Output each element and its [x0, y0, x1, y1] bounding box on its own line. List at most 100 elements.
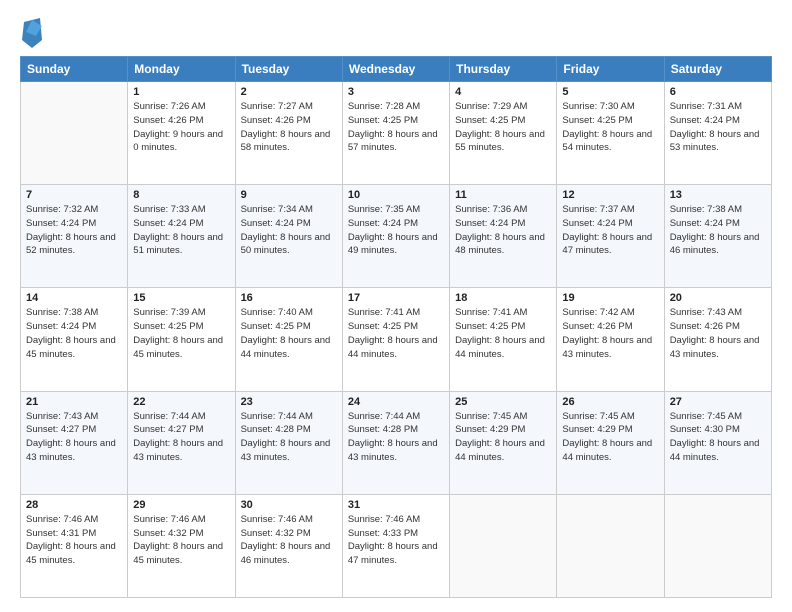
- weekday-header: Monday: [128, 57, 235, 82]
- day-info: Sunrise: 7:30 AMSunset: 4:25 PMDaylight:…: [562, 100, 658, 155]
- day-info: Sunrise: 7:45 AMSunset: 4:30 PMDaylight:…: [670, 410, 766, 465]
- calendar-day-cell: 17 Sunrise: 7:41 AMSunset: 4:25 PMDayligh…: [342, 288, 449, 391]
- day-number: 16: [241, 292, 337, 304]
- calendar-day-cell: [450, 494, 557, 597]
- day-number: 25: [455, 396, 551, 408]
- day-number: 7: [26, 189, 122, 201]
- calendar-day-cell: 14 Sunrise: 7:38 AMSunset: 4:24 PMDayligh…: [21, 288, 128, 391]
- day-number: 6: [670, 86, 766, 98]
- calendar-day-cell: 24 Sunrise: 7:44 AMSunset: 4:28 PMDayligh…: [342, 391, 449, 494]
- calendar-day-cell: 27 Sunrise: 7:45 AMSunset: 4:30 PMDayligh…: [664, 391, 771, 494]
- day-number: 5: [562, 86, 658, 98]
- day-info: Sunrise: 7:26 AMSunset: 4:26 PMDaylight:…: [133, 100, 229, 155]
- day-number: 8: [133, 189, 229, 201]
- calendar-day-cell: 31 Sunrise: 7:46 AMSunset: 4:33 PMDayligh…: [342, 494, 449, 597]
- day-number: 2: [241, 86, 337, 98]
- calendar-week-row: 28Sunrise: 7:46 AMSunset: 4:31 PMDayligh…: [21, 494, 772, 597]
- calendar-day-cell: 20 Sunrise: 7:43 AMSunset: 4:26 PMDayligh…: [664, 288, 771, 391]
- calendar-day-cell: 19 Sunrise: 7:42 AMSunset: 4:26 PMDayligh…: [557, 288, 664, 391]
- day-info: Sunrise: 7:41 AMSunset: 4:25 PMDaylight:…: [348, 306, 444, 361]
- calendar-day-cell: 15Sunrise: 7:39 AMSunset: 4:25 PMDayligh…: [128, 288, 235, 391]
- day-number: 29: [133, 499, 229, 511]
- calendar-day-cell: [21, 82, 128, 185]
- day-number: 4: [455, 86, 551, 98]
- calendar-header-row: SundayMondayTuesdayWednesdayThursdayFrid…: [21, 57, 772, 82]
- day-info: Sunrise: 7:38 AMSunset: 4:24 PMDaylight:…: [670, 203, 766, 258]
- weekday-header: Wednesday: [342, 57, 449, 82]
- day-info: Sunrise: 7:45 AMSunset: 4:29 PMDaylight:…: [455, 410, 551, 465]
- day-number: 14: [26, 292, 122, 304]
- header: [20, 18, 772, 46]
- day-number: 30: [241, 499, 337, 511]
- logo: [20, 18, 42, 46]
- weekday-header: Thursday: [450, 57, 557, 82]
- calendar-day-cell: 1 Sunrise: 7:26 AMSunset: 4:26 PMDaylight…: [128, 82, 235, 185]
- calendar-day-cell: 7 Sunrise: 7:32 AMSunset: 4:24 PMDaylight…: [21, 185, 128, 288]
- day-info: Sunrise: 7:46 AMSunset: 4:33 PMDaylight:…: [348, 513, 444, 568]
- day-number: 13: [670, 189, 766, 201]
- calendar-day-cell: [664, 494, 771, 597]
- calendar-day-cell: 28Sunrise: 7:46 AMSunset: 4:31 PMDayligh…: [21, 494, 128, 597]
- day-info: Sunrise: 7:27 AMSunset: 4:26 PMDaylight:…: [241, 100, 337, 155]
- calendar-day-cell: 3 Sunrise: 7:28 AMSunset: 4:25 PMDaylight…: [342, 82, 449, 185]
- day-info: Sunrise: 7:37 AMSunset: 4:24 PMDaylight:…: [562, 203, 658, 258]
- day-info: Sunrise: 7:35 AMSunset: 4:24 PMDaylight:…: [348, 203, 444, 258]
- calendar-day-cell: 25 Sunrise: 7:45 AMSunset: 4:29 PMDayligh…: [450, 391, 557, 494]
- day-number: 18: [455, 292, 551, 304]
- calendar-day-cell: 23 Sunrise: 7:44 AMSunset: 4:28 PMDayligh…: [235, 391, 342, 494]
- day-info: Sunrise: 7:44 AMSunset: 4:28 PMDaylight:…: [241, 410, 337, 465]
- day-info: Sunrise: 7:34 AMSunset: 4:24 PMDaylight:…: [241, 203, 337, 258]
- calendar-week-row: 7 Sunrise: 7:32 AMSunset: 4:24 PMDaylight…: [21, 185, 772, 288]
- page: SundayMondayTuesdayWednesdayThursdayFrid…: [0, 0, 792, 612]
- day-number: 22: [133, 396, 229, 408]
- calendar-day-cell: 30Sunrise: 7:46 AMSunset: 4:32 PMDayligh…: [235, 494, 342, 597]
- weekday-header: Sunday: [21, 57, 128, 82]
- day-info: Sunrise: 7:43 AMSunset: 4:26 PMDaylight:…: [670, 306, 766, 361]
- day-number: 26: [562, 396, 658, 408]
- day-number: 19: [562, 292, 658, 304]
- day-number: 17: [348, 292, 444, 304]
- calendar-day-cell: 26 Sunrise: 7:45 AMSunset: 4:29 PMDayligh…: [557, 391, 664, 494]
- day-info: Sunrise: 7:31 AMSunset: 4:24 PMDaylight:…: [670, 100, 766, 155]
- day-number: 27: [670, 396, 766, 408]
- calendar-day-cell: 16Sunrise: 7:40 AMSunset: 4:25 PMDayligh…: [235, 288, 342, 391]
- day-number: 24: [348, 396, 444, 408]
- calendar-week-row: 21 Sunrise: 7:43 AMSunset: 4:27 PMDayligh…: [21, 391, 772, 494]
- logo-icon: [22, 18, 42, 46]
- day-info: Sunrise: 7:44 AMSunset: 4:28 PMDaylight:…: [348, 410, 444, 465]
- day-info: Sunrise: 7:45 AMSunset: 4:29 PMDaylight:…: [562, 410, 658, 465]
- calendar-day-cell: 21 Sunrise: 7:43 AMSunset: 4:27 PMDayligh…: [21, 391, 128, 494]
- calendar-day-cell: 6 Sunrise: 7:31 AMSunset: 4:24 PMDaylight…: [664, 82, 771, 185]
- weekday-header: Saturday: [664, 57, 771, 82]
- calendar-table: SundayMondayTuesdayWednesdayThursdayFrid…: [20, 56, 772, 598]
- day-number: 9: [241, 189, 337, 201]
- day-info: Sunrise: 7:39 AMSunset: 4:25 PMDaylight:…: [133, 306, 229, 361]
- day-info: Sunrise: 7:32 AMSunset: 4:24 PMDaylight:…: [26, 203, 122, 258]
- day-number: 12: [562, 189, 658, 201]
- calendar-week-row: 1 Sunrise: 7:26 AMSunset: 4:26 PMDaylight…: [21, 82, 772, 185]
- calendar-day-cell: 5 Sunrise: 7:30 AMSunset: 4:25 PMDaylight…: [557, 82, 664, 185]
- calendar-day-cell: 11Sunrise: 7:36 AMSunset: 4:24 PMDayligh…: [450, 185, 557, 288]
- day-number: 1: [133, 86, 229, 98]
- calendar-day-cell: [557, 494, 664, 597]
- calendar-day-cell: 13 Sunrise: 7:38 AMSunset: 4:24 PMDayligh…: [664, 185, 771, 288]
- day-number: 11: [455, 189, 551, 201]
- day-info: Sunrise: 7:46 AMSunset: 4:32 PMDaylight:…: [133, 513, 229, 568]
- day-info: Sunrise: 7:38 AMSunset: 4:24 PMDaylight:…: [26, 306, 122, 361]
- calendar-day-cell: 12 Sunrise: 7:37 AMSunset: 4:24 PMDayligh…: [557, 185, 664, 288]
- day-number: 21: [26, 396, 122, 408]
- calendar-day-cell: 10 Sunrise: 7:35 AMSunset: 4:24 PMDayligh…: [342, 185, 449, 288]
- day-number: 31: [348, 499, 444, 511]
- day-number: 20: [670, 292, 766, 304]
- day-info: Sunrise: 7:43 AMSunset: 4:27 PMDaylight:…: [26, 410, 122, 465]
- day-number: 28: [26, 499, 122, 511]
- day-number: 3: [348, 86, 444, 98]
- calendar-day-cell: 29 Sunrise: 7:46 AMSunset: 4:32 PMDayligh…: [128, 494, 235, 597]
- day-info: Sunrise: 7:28 AMSunset: 4:25 PMDaylight:…: [348, 100, 444, 155]
- day-info: Sunrise: 7:42 AMSunset: 4:26 PMDaylight:…: [562, 306, 658, 361]
- day-number: 10: [348, 189, 444, 201]
- calendar-day-cell: 8Sunrise: 7:33 AMSunset: 4:24 PMDaylight…: [128, 185, 235, 288]
- day-number: 23: [241, 396, 337, 408]
- day-info: Sunrise: 7:29 AMSunset: 4:25 PMDaylight:…: [455, 100, 551, 155]
- calendar-day-cell: 2 Sunrise: 7:27 AMSunset: 4:26 PMDaylight…: [235, 82, 342, 185]
